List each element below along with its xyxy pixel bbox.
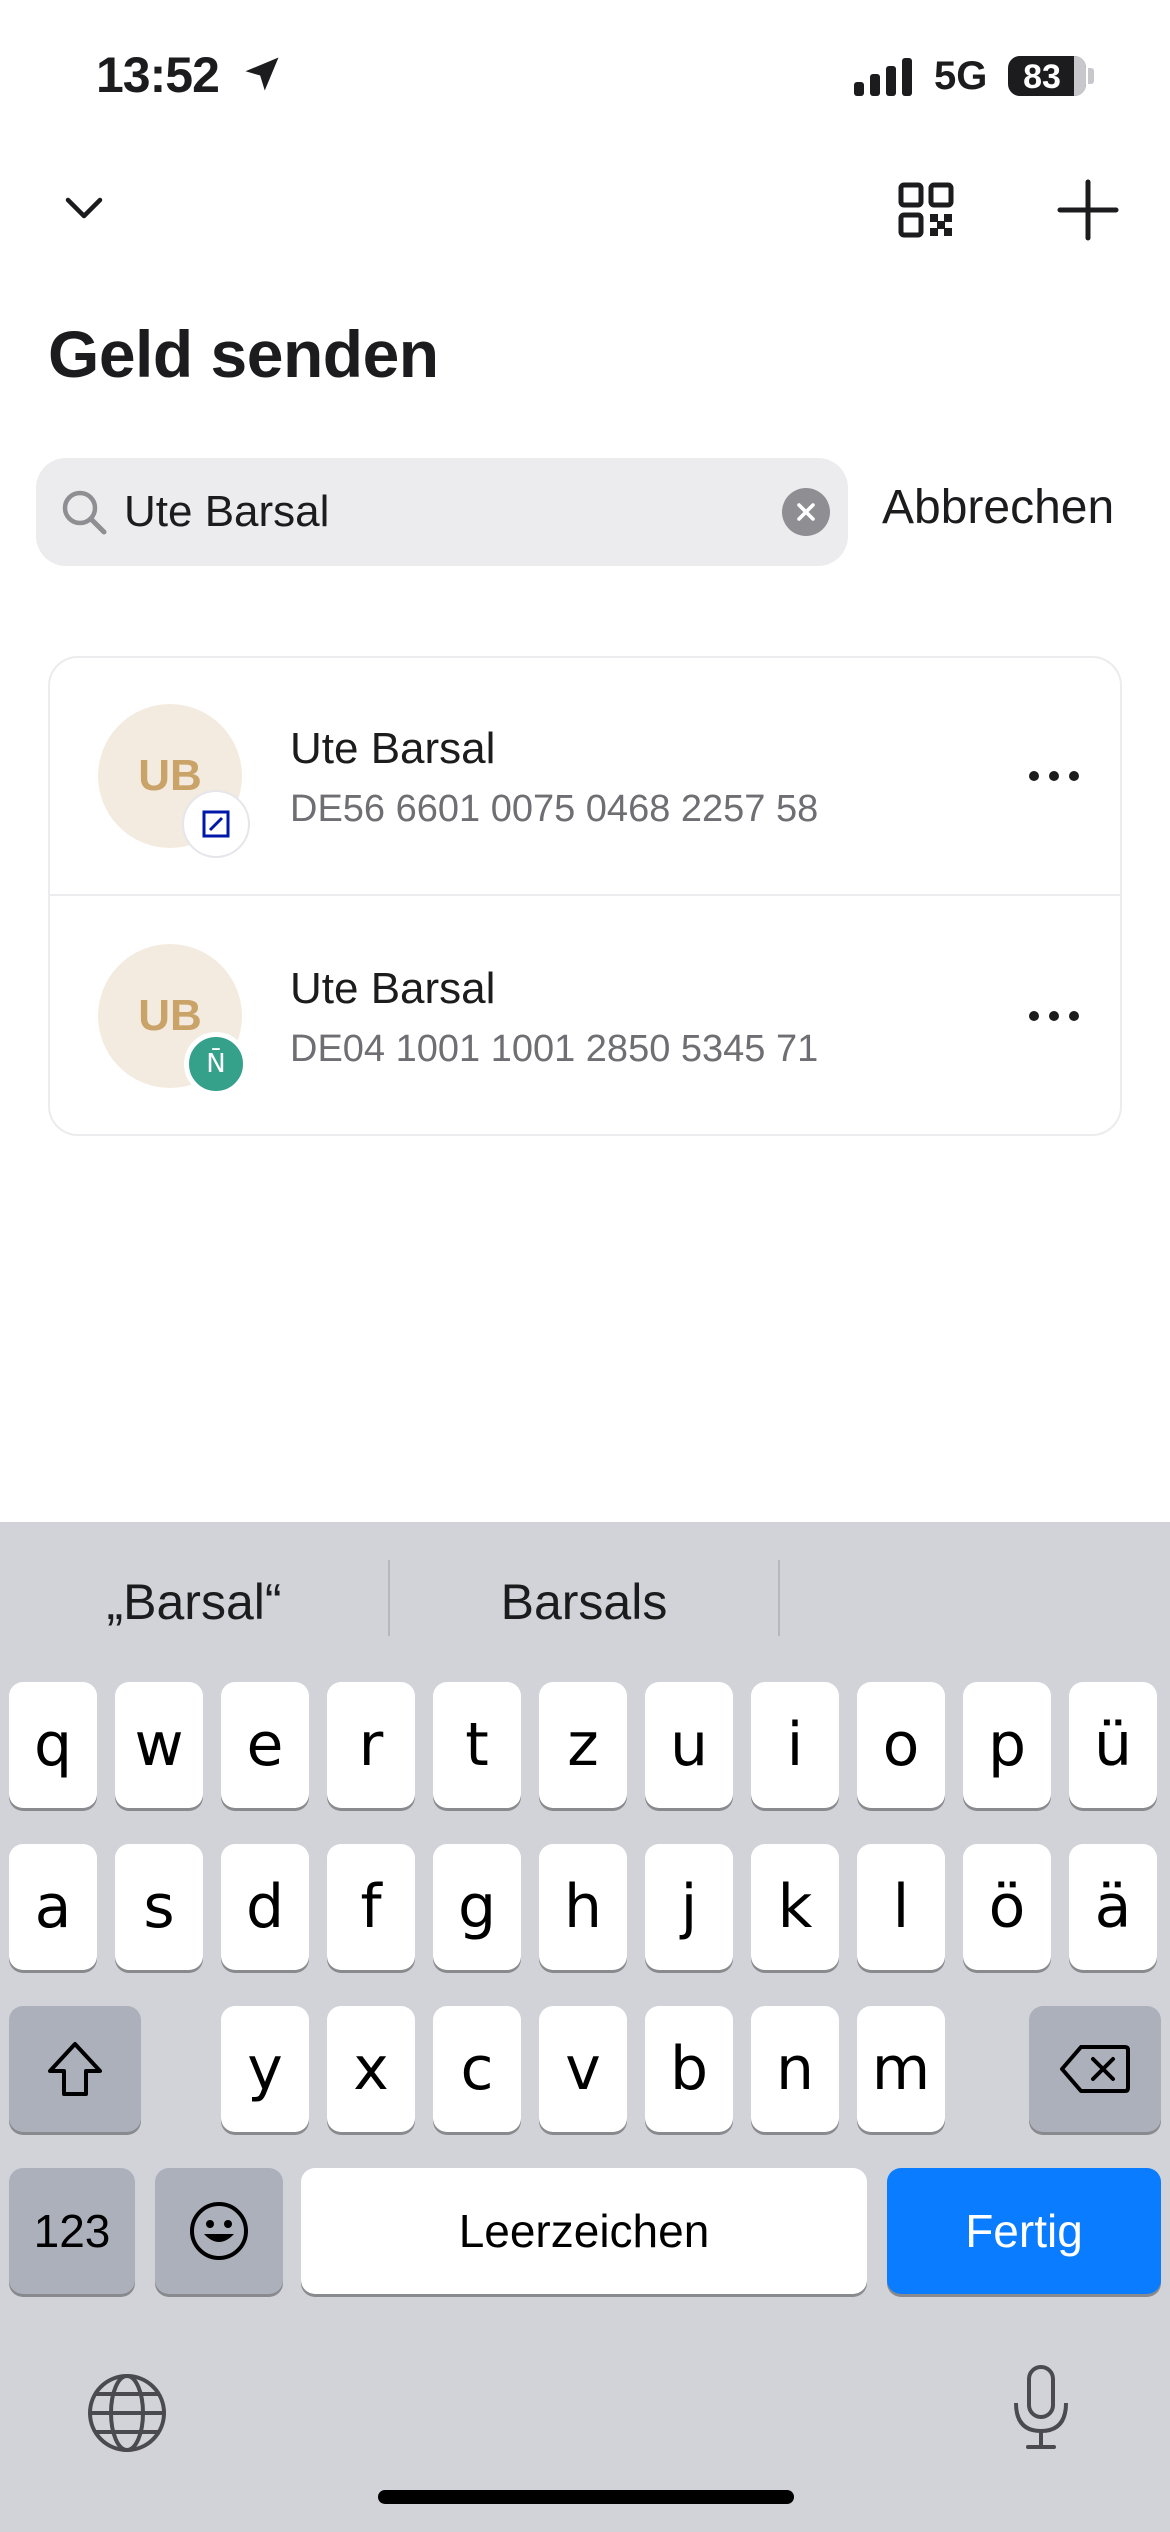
- contact-iban: DE56 6601 0075 0468 2257 58: [290, 788, 819, 830]
- dismiss-button[interactable]: [52, 176, 116, 240]
- key-r[interactable]: r: [327, 1682, 415, 1808]
- keyboard: „Barsal“ Barsals q w e r t z u i o p ü a…: [0, 1522, 1170, 2532]
- qr-scan-button[interactable]: [890, 174, 962, 246]
- key-o[interactable]: o: [857, 1682, 945, 1808]
- suggestion-item[interactable]: Barsals: [390, 1562, 778, 1642]
- battery-level: 83: [1023, 58, 1061, 96]
- microphone-icon: [1014, 2365, 1068, 2449]
- search-results: UB Ute Barsal DE56 6601 0075 0468 2257 5…: [48, 656, 1122, 1136]
- search-bar: [36, 458, 848, 566]
- clear-search-button[interactable]: [782, 488, 830, 536]
- suggestion-bar: „Barsal“ Barsals: [0, 1522, 1170, 1672]
- more-icon: [1029, 771, 1079, 781]
- key-g[interactable]: g: [433, 1844, 521, 1970]
- plus-icon: [1057, 179, 1119, 241]
- key-v[interactable]: v: [539, 2006, 627, 2132]
- key-m[interactable]: m: [857, 2006, 945, 2132]
- clear-icon: [797, 503, 815, 521]
- key-b[interactable]: b: [645, 2006, 733, 2132]
- add-recipient-button[interactable]: [1048, 170, 1128, 250]
- contact-row[interactable]: UB N̄ Ute Barsal DE04 1001 1001 2850 534…: [50, 898, 1120, 1136]
- key-a[interactable]: a: [9, 1844, 97, 1970]
- key-n[interactable]: n: [751, 2006, 839, 2132]
- key-ue[interactable]: ü: [1069, 1682, 1157, 1808]
- page-title: Geld senden: [48, 317, 439, 391]
- deutsche-bank-icon: [184, 792, 248, 856]
- more-options-button[interactable]: [1022, 750, 1086, 802]
- suggestion-item[interactable]: „Barsal“: [0, 1562, 388, 1642]
- globe-button[interactable]: [82, 2368, 172, 2458]
- key-e[interactable]: e: [221, 1682, 309, 1808]
- search-icon: [62, 490, 107, 535]
- search-input[interactable]: [124, 480, 804, 544]
- status-time: 13:52: [96, 47, 220, 103]
- key-z[interactable]: z: [539, 1682, 627, 1808]
- location-arrow-icon: [245, 57, 279, 91]
- key-u[interactable]: u: [645, 1682, 733, 1808]
- backspace-key[interactable]: [1029, 2006, 1161, 2132]
- shift-key[interactable]: [9, 2006, 141, 2132]
- network-type: 5G: [934, 54, 988, 98]
- more-icon: [1029, 1011, 1079, 1021]
- qr-code-icon: [898, 182, 954, 238]
- key-t[interactable]: t: [433, 1682, 521, 1808]
- numbers-key[interactable]: 123: [9, 2168, 135, 2294]
- more-options-button[interactable]: [1022, 990, 1086, 1042]
- shift-icon: [48, 2042, 102, 2096]
- key-s[interactable]: s: [115, 1844, 203, 1970]
- cancel-button[interactable]: Abbrechen: [882, 480, 1114, 535]
- status-bar: 13:52 5G 83: [0, 0, 1170, 150]
- key-f[interactable]: f: [327, 1844, 415, 1970]
- key-c[interactable]: c: [433, 2006, 521, 2132]
- backspace-icon: [1060, 2045, 1130, 2093]
- contact-iban: DE04 1001 1001 2850 5345 71: [290, 1028, 819, 1070]
- key-w[interactable]: w: [115, 1682, 203, 1808]
- key-k[interactable]: k: [751, 1844, 839, 1970]
- key-q[interactable]: q: [9, 1682, 97, 1808]
- key-y[interactable]: y: [221, 2006, 309, 2132]
- globe-icon: [88, 2374, 166, 2452]
- key-i[interactable]: i: [751, 1682, 839, 1808]
- emoji-icon: [190, 2202, 248, 2260]
- key-j[interactable]: j: [645, 1844, 733, 1970]
- emoji-key[interactable]: [155, 2168, 283, 2294]
- key-ae[interactable]: ä: [1069, 1844, 1157, 1970]
- contact-name: Ute Barsal: [290, 964, 496, 1013]
- battery-icon: 83: [1008, 56, 1094, 96]
- contact-name: Ute Barsal: [290, 724, 496, 773]
- key-l[interactable]: l: [857, 1844, 945, 1970]
- key-oe[interactable]: ö: [963, 1844, 1051, 1970]
- dictation-button[interactable]: [996, 2358, 1086, 2458]
- key-p[interactable]: p: [963, 1682, 1051, 1808]
- bank-badge-text: N̄: [206, 1049, 226, 1079]
- done-key[interactable]: Fertig: [887, 2168, 1161, 2294]
- contact-row[interactable]: UB Ute Barsal DE56 6601 0075 0468 2257 5…: [50, 658, 1120, 896]
- space-key[interactable]: Leerzeichen: [301, 2168, 867, 2294]
- key-d[interactable]: d: [221, 1844, 309, 1970]
- suggestion-item[interactable]: [780, 1562, 1170, 1642]
- n26-icon: N̄: [184, 1032, 248, 1096]
- chevron-down-icon: [65, 197, 103, 219]
- signal-icon: [854, 58, 912, 96]
- home-indicator: [378, 2490, 794, 2504]
- key-h[interactable]: h: [539, 1844, 627, 1970]
- key-x[interactable]: x: [327, 2006, 415, 2132]
